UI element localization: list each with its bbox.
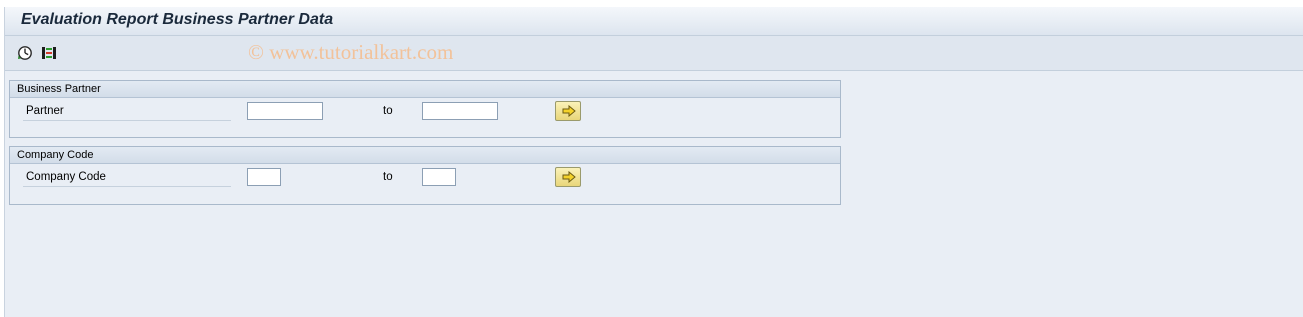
partner-to-input[interactable] — [422, 102, 498, 120]
company-code-group: Company Code Company Code to — [9, 146, 841, 205]
company-code-from-input[interactable] — [247, 168, 281, 186]
execute-icon[interactable] — [17, 45, 33, 61]
multiple-selection-arrow-icon — [562, 171, 576, 183]
company-code-label: Company Code — [23, 168, 231, 187]
group-title: Business Partner — [10, 81, 840, 98]
partner-multiple-selection-button[interactable] — [555, 101, 581, 121]
group-title: Company Code — [10, 147, 840, 164]
to-label: to — [383, 105, 393, 117]
application-toolbar: © www.tutorialkart.com — [5, 36, 1303, 71]
multiple-selection-arrow-icon — [562, 105, 576, 117]
to-label: to — [383, 171, 393, 183]
watermark-text: © www.tutorialkart.com — [248, 40, 454, 64]
company-code-multiple-selection-button[interactable] — [555, 167, 581, 187]
partner-from-input[interactable] — [247, 102, 323, 120]
page-title: Evaluation Report Business Partner Data — [21, 11, 334, 28]
partner-label: Partner — [23, 102, 231, 121]
report-window: Evaluation Report Business Partner Data … — [4, 7, 1303, 317]
business-partner-group: Business Partner Partner to — [9, 80, 841, 138]
company-code-to-input[interactable] — [422, 168, 456, 186]
title-bar: Evaluation Report Business Partner Data — [5, 7, 1303, 36]
selection-options-icon[interactable] — [41, 45, 57, 61]
